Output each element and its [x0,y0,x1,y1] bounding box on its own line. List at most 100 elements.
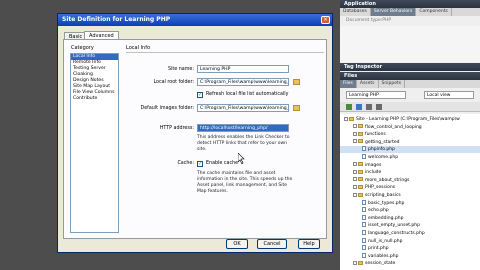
cache-note-line-4: Map features. [197,189,228,194]
expand-icon[interactable] [344,116,348,121]
tree-item-label: embedding.php [368,215,404,221]
enable-cache-checkbox[interactable]: ✓ [197,161,203,167]
file-item[interactable]: print.php [340,245,480,252]
advanced-tab-panel: Category Local Info Remote Info Testing … [63,39,327,239]
folder-item[interactable]: more_about_strings [340,177,480,184]
tree-item-label: functions [365,132,386,138]
file-item[interactable]: echo.php [340,207,480,214]
tab-files[interactable]: Files [340,80,357,88]
default-images-field[interactable]: C:\Program_Files\wamp\www\learning_ph [197,104,289,112]
tree-item-label: images [365,162,382,168]
expand-icon[interactable] [353,162,357,167]
view-select[interactable]: Local view [424,91,474,99]
expand-icon[interactable] [353,260,357,265]
files-panel-header[interactable]: Files [340,72,480,80]
folder-icon [358,169,363,174]
category-contribute[interactable]: Contribute [71,96,118,102]
ok-button[interactable]: OK [226,239,248,249]
local-root-field[interactable]: C:\Program_Files\wamp\www\learning_php\ [197,78,289,86]
php-file-icon [362,222,366,228]
tab-assets[interactable]: Assets [357,80,379,88]
files-tabs: Files Assets Snippets [340,80,480,88]
put-files-icon[interactable] [376,104,382,110]
files-toolbar [340,102,480,112]
http-address-field[interactable]: http://localhost/learning_php/ [197,124,289,132]
tab-snippets[interactable]: Snippets [379,80,406,88]
tab-databases[interactable]: Databases [340,8,371,16]
folder-item[interactable]: session_state [340,260,480,267]
expand-icon[interactable] [353,131,357,136]
folder-item[interactable]: PHP_sessions [340,184,480,191]
refresh-checkbox[interactable]: ✓ [197,92,203,98]
file-item[interactable]: phpinfo.php [340,146,480,154]
file-item[interactable]: null_is_null.php [340,237,480,245]
tree-item-label: null_is_null.php [368,238,403,244]
php-file-icon [362,237,366,243]
close-icon[interactable]: × [321,16,330,24]
tree-item-label: Site - Learning PHP (C:\Program_Files\wa… [356,117,460,122]
tree-item-label: getting_started [365,139,400,145]
application-panel-header[interactable]: Application [340,0,480,8]
default-images-folder-icon[interactable] [293,105,300,111]
refresh-icon[interactable] [356,104,362,110]
tag-inspector-header[interactable]: Tag Inspector [340,63,480,71]
help-button[interactable]: Help [298,239,320,249]
tree-item-label: include [365,170,382,176]
folder-item[interactable]: flow_control_and_looping [340,124,480,131]
folder-item[interactable]: getting_started [340,139,480,146]
tree-item-label: phpinfo.php [368,147,395,153]
tab-server-behaviors[interactable]: Server Behaviors [370,8,417,16]
tree-item-label: flow_control_and_looping [365,124,422,130]
file-item[interactable]: embedding.php [340,214,480,222]
http-note-line-3: site. [197,147,207,152]
file-item[interactable]: welcome.php [340,154,480,161]
file-item[interactable]: basic_types.php [340,199,480,207]
local-root-label: Local root folder: [153,80,194,85]
folder-icon [358,131,363,136]
local-root-folder-icon[interactable] [293,79,300,85]
folder-icon [358,177,363,182]
expand-icon[interactable] [353,124,357,129]
tree-item-label: echo.php [368,208,389,214]
expand-icon[interactable] [353,184,357,189]
tree-item-label: basic_types.php [368,200,405,206]
php-file-icon [362,154,366,159]
expand-icon[interactable] [353,192,357,197]
http-address-label: HTTP address: [159,126,194,131]
tree-item-label: welcome.php [368,155,399,160]
folder-item[interactable]: images [340,162,480,169]
tree-item-label: print.php [368,246,389,252]
folder-icon [358,260,363,265]
tree-item-label: isset_empty_unset.php [368,223,420,229]
folder-icon [349,116,354,121]
file-tree: Site - Learning PHP (C:\Program_Files\wa… [340,114,480,270]
folder-item[interactable]: functions [340,131,480,138]
expand-icon[interactable] [353,139,357,144]
folder-item[interactable]: scripting_basics [340,192,480,199]
connect-icon[interactable] [346,104,352,110]
folder-item[interactable]: Site - Learning PHP (C:\Program_Files\wa… [340,116,480,123]
cache-label: Cache: [177,161,194,166]
category-label: Category [71,45,94,51]
php-file-icon [362,146,366,152]
site-name-field[interactable]: Learning PHP [197,65,289,73]
dialog-title[interactable]: Site Definition for Learning PHP [58,14,332,26]
category-list: Local Info Remote Info Testing Server Cl… [70,53,119,233]
cancel-button[interactable]: Cancel [257,239,287,249]
folder-item[interactable]: include [340,169,480,176]
application-tabs: Databases Server Behaviors Components [340,8,480,16]
file-item[interactable]: variables.php [340,252,480,260]
file-item[interactable]: language_constructs.php [340,230,480,237]
php-file-icon [362,252,366,258]
folder-icon [358,192,363,197]
section-divider [126,52,324,53]
folder-icon [358,139,363,144]
file-item[interactable]: isset_empty_unset.php [340,222,480,229]
expand-icon[interactable] [353,169,357,174]
expand-icon[interactable] [353,177,357,182]
folder-icon [358,124,363,129]
get-files-icon[interactable] [366,104,372,110]
site-select[interactable]: Learning PHP [346,91,406,99]
tab-components[interactable]: Components [416,8,452,16]
document-type-text: Document type:PHP [346,18,392,23]
